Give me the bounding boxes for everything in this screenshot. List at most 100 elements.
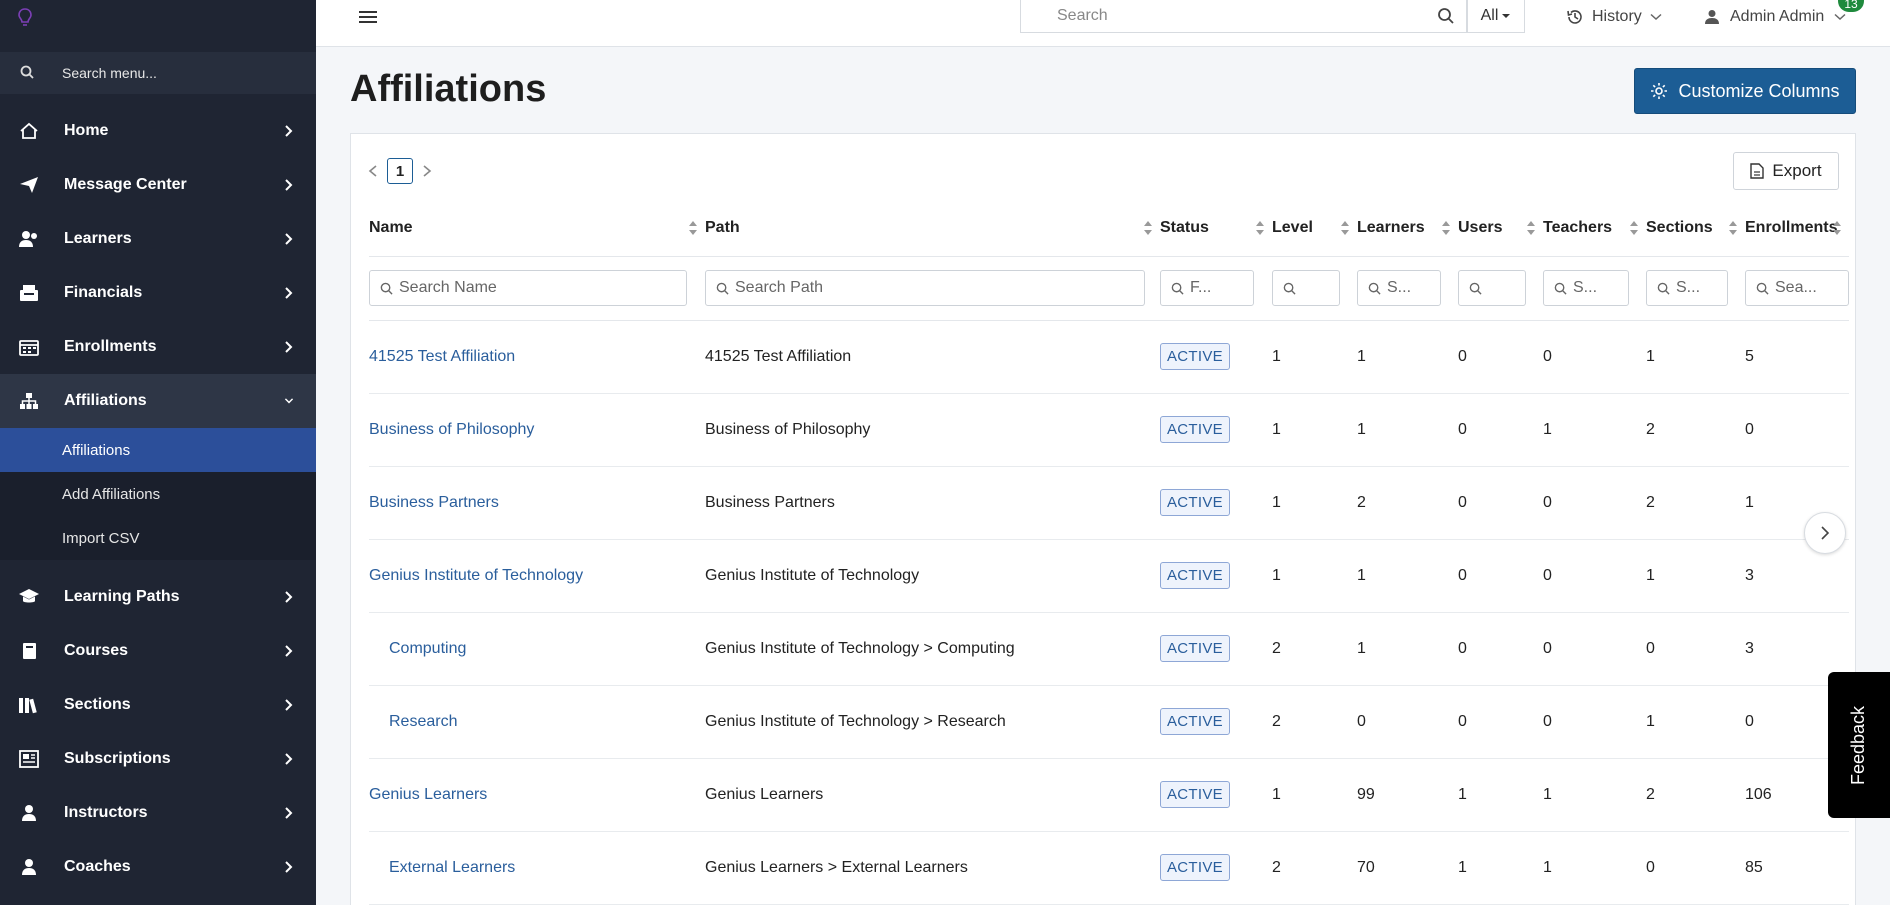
sort-icon bbox=[1630, 220, 1638, 235]
filter-input-users[interactable] bbox=[1488, 279, 1525, 297]
cell-name: 41525 Test Affiliation bbox=[369, 320, 705, 394]
search-scope-dropdown[interactable]: All bbox=[1467, 0, 1525, 33]
export-button[interactable]: Export bbox=[1733, 152, 1839, 190]
history-icon bbox=[1567, 10, 1582, 24]
affiliation-link[interactable]: Genius Learners bbox=[369, 786, 487, 803]
table-row: Business of Philosophy Business of Philos… bbox=[369, 393, 1849, 467]
chevron-right-icon[interactable] bbox=[421, 164, 433, 178]
sidebar-item-label: Home bbox=[64, 122, 109, 139]
table-header-row: Name Path Status Level Learners Users Te… bbox=[369, 200, 1849, 257]
sidebar-item-message-center[interactable]: Message Center bbox=[0, 158, 316, 212]
sidebar-item-affiliations[interactable]: Affiliations bbox=[0, 374, 316, 428]
sidebar-item-learners[interactable]: Learners bbox=[0, 212, 316, 266]
scroll-right-button[interactable] bbox=[1804, 512, 1846, 554]
chevron-right-icon bbox=[285, 591, 293, 603]
filter-input-enrollments[interactable] bbox=[1775, 279, 1848, 297]
chevron-left-icon[interactable] bbox=[367, 164, 379, 178]
cell-path: Business Partners bbox=[705, 466, 1160, 540]
submenu-item-affiliations[interactable]: Affiliations bbox=[0, 428, 316, 472]
sidebar-item-subscriptions[interactable]: Subscriptions bbox=[0, 732, 316, 786]
affiliation-link[interactable]: 41525 Test Affiliation bbox=[369, 348, 515, 365]
submenu-item-import-csv[interactable]: Import CSV bbox=[0, 516, 316, 560]
user-name: Admin Admin bbox=[1730, 8, 1825, 25]
filter-input-learners[interactable] bbox=[1387, 279, 1440, 297]
column-header-sections[interactable]: Sections bbox=[1646, 200, 1745, 257]
filter-input-path[interactable] bbox=[735, 279, 1144, 297]
sidebar-item-financials[interactable]: Financials bbox=[0, 266, 316, 320]
search-icon[interactable] bbox=[1426, 1, 1466, 31]
cell-status: ACTIVE bbox=[1160, 612, 1272, 686]
filter-cell-status bbox=[1160, 256, 1272, 321]
cell-status: ACTIVE bbox=[1160, 539, 1272, 613]
submenu-item-add-affiliations[interactable]: Add Affiliations bbox=[0, 472, 316, 516]
filter-input-status[interactable] bbox=[1190, 279, 1253, 297]
status-badge: ACTIVE bbox=[1160, 781, 1230, 808]
chevron-down-icon bbox=[1650, 13, 1662, 21]
cell-users: 0 bbox=[1458, 393, 1543, 467]
books-icon bbox=[18, 694, 40, 716]
filter-input-teachers[interactable] bbox=[1573, 279, 1628, 297]
filter-input-level[interactable] bbox=[1302, 279, 1339, 297]
user-menu[interactable]: Admin Admin bbox=[1704, 4, 1846, 30]
sidebar-item-sections[interactable]: Sections bbox=[0, 678, 316, 732]
cell-status: ACTIVE bbox=[1160, 320, 1272, 394]
history-dropdown[interactable]: History bbox=[1566, 4, 1662, 30]
affiliation-link[interactable]: Business Partners bbox=[369, 494, 499, 511]
sidebar-item-enrollments[interactable]: Enrollments bbox=[0, 320, 316, 374]
sidebar-item-home[interactable]: Home bbox=[0, 104, 316, 158]
sidebar-item-coaches[interactable]: Coaches bbox=[0, 840, 316, 894]
cell-status: ACTIVE bbox=[1160, 685, 1272, 759]
affiliation-link[interactable]: Research bbox=[369, 713, 457, 730]
column-header-status[interactable]: Status bbox=[1160, 200, 1272, 257]
table-row: 41525 Test Affiliation 41525 Test Affilia… bbox=[369, 320, 1849, 394]
cell-level: 1 bbox=[1272, 466, 1357, 540]
cell-level: 1 bbox=[1272, 758, 1357, 832]
filter-cell-teachers bbox=[1543, 256, 1646, 321]
column-header-path[interactable]: Path bbox=[705, 200, 1160, 257]
cell-users: 0 bbox=[1458, 685, 1543, 759]
hamburger-menu-icon[interactable] bbox=[358, 8, 378, 26]
status-badge: ACTIVE bbox=[1160, 562, 1230, 589]
customize-columns-button[interactable]: Customize Columns bbox=[1634, 68, 1856, 114]
affiliation-link[interactable]: Computing bbox=[369, 640, 466, 657]
cell-level: 2 bbox=[1272, 831, 1357, 905]
sort-icon bbox=[689, 220, 697, 235]
cell-users: 0 bbox=[1458, 612, 1543, 686]
page-number-current[interactable]: 1 bbox=[387, 158, 413, 184]
feedback-tab[interactable]: Feedback bbox=[1828, 672, 1890, 818]
global-search-input[interactable] bbox=[1021, 1, 1426, 31]
sidebar-item-label: Courses bbox=[64, 642, 129, 659]
column-header-level[interactable]: Level bbox=[1272, 200, 1357, 257]
column-header-label: Teachers bbox=[1543, 218, 1613, 236]
cell-path: Genius Learners > External Learners bbox=[705, 831, 1160, 905]
column-header-teachers[interactable]: Teachers bbox=[1543, 200, 1646, 257]
topbar: All History Admin Admin 13 bbox=[316, 0, 1890, 47]
column-header-label: Enrollments bbox=[1745, 218, 1838, 236]
chevron-down-icon bbox=[1834, 13, 1846, 21]
sidebar-item-courses[interactable]: Courses bbox=[0, 624, 316, 678]
cell-users: 1 bbox=[1458, 758, 1543, 832]
column-header-users[interactable]: Users bbox=[1458, 200, 1543, 257]
chevron-right-icon bbox=[285, 341, 293, 353]
column-header-label: Learners bbox=[1357, 218, 1425, 236]
filter-input-sections[interactable] bbox=[1676, 279, 1727, 297]
column-header-name[interactable]: Name bbox=[369, 200, 705, 257]
cell-sections: 0 bbox=[1646, 831, 1745, 905]
column-header-enrollments[interactable]: Enrollments bbox=[1745, 200, 1849, 257]
affiliation-link[interactable]: Business of Philosophy bbox=[369, 421, 534, 438]
filter-cell-enrollments bbox=[1745, 256, 1849, 321]
cell-teachers: 0 bbox=[1543, 320, 1646, 394]
sidebar-item-label: Sections bbox=[64, 696, 131, 713]
affiliation-link[interactable]: Genius Institute of Technology bbox=[369, 567, 583, 584]
filter-input-name[interactable] bbox=[399, 279, 686, 297]
chevron-right-icon bbox=[1821, 526, 1830, 540]
cell-name: Genius Institute of Technology bbox=[369, 539, 705, 613]
sidebar-item-instructors[interactable]: Instructors bbox=[0, 786, 316, 840]
column-header-learners[interactable]: Learners bbox=[1357, 200, 1458, 257]
affiliation-link[interactable]: External Learners bbox=[369, 859, 515, 876]
sidebar-search[interactable]: Search menu... bbox=[0, 52, 316, 94]
sidebar-item-learning-paths[interactable]: Learning Paths bbox=[0, 570, 316, 624]
search-icon bbox=[1469, 282, 1482, 295]
logo-icon[interactable] bbox=[0, 0, 316, 40]
filter-box-level bbox=[1272, 270, 1340, 306]
